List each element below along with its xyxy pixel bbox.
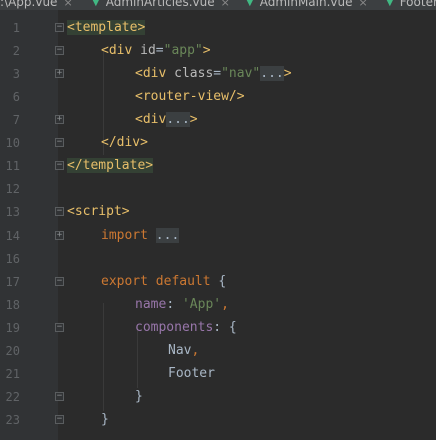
line-number: 13 — [5, 204, 20, 219]
collapsed-code-marker: ... — [166, 112, 190, 127]
code-line[interactable]: 16 — [0, 247, 436, 270]
code-line[interactable]: 7 + <div...> — [0, 108, 436, 131]
code-line[interactable]: 19 − components: { — [0, 316, 436, 339]
code-text: components: { — [135, 320, 237, 335]
line-number: 17 — [5, 274, 20, 289]
vue-file-icon: ▼ — [92, 0, 100, 8]
line-number: 7 — [12, 112, 20, 127]
code-text: <div class="nav"...> — [135, 66, 292, 81]
line-number: 14 — [5, 228, 20, 243]
code-text: </template> — [67, 158, 154, 173]
code-line[interactable]: 21 Footer — [0, 362, 436, 385]
line-number: 11 — [5, 158, 20, 173]
fold-toggle-icon[interactable]: − — [55, 207, 64, 216]
fold-toggle-icon[interactable]: − — [55, 161, 64, 170]
line-number: 20 — [5, 343, 20, 358]
fold-toggle-icon[interactable]: − — [55, 392, 64, 401]
vue-file-icon: ▼ — [246, 0, 254, 8]
code-line[interactable]: 14 + import ... — [0, 224, 436, 247]
code-line[interactable]: 20 Nav, — [0, 339, 436, 362]
close-icon[interactable]: × — [63, 0, 72, 9]
close-icon[interactable]: × — [221, 0, 230, 9]
code-text: export default { — [101, 274, 227, 289]
code-line[interactable]: 3 + <div class="nav"...> — [0, 62, 436, 85]
tab-label: :\App.vue — [0, 0, 58, 9]
line-number: 1 — [12, 20, 20, 35]
line-number: 6 — [12, 89, 20, 104]
fold-toggle-icon[interactable]: − — [55, 46, 64, 55]
code-line[interactable]: 11 − </template> — [0, 154, 436, 177]
code-text: name: 'App', — [135, 297, 229, 312]
code-line[interactable]: 17 − export default { — [0, 270, 436, 293]
code-text: <script> — [67, 204, 130, 219]
code-text: <template> — [67, 20, 146, 35]
code-text: <div id="app"> — [101, 43, 211, 58]
line-number: 18 — [5, 297, 20, 312]
collapsed-code-marker: ... — [155, 228, 180, 243]
line-number: 2 — [12, 43, 20, 58]
code-text: import ... — [101, 228, 180, 243]
close-icon[interactable]: × — [359, 0, 368, 9]
fold-toggle-icon[interactable]: − — [55, 138, 64, 147]
code-text: } — [135, 389, 143, 404]
tab-footer[interactable]: ▼ Footer — [386, 0, 436, 10]
tab-admin-main[interactable]: ▼ AdminMain.vue × — [246, 0, 368, 10]
fold-toggle-icon[interactable]: + — [55, 231, 64, 240]
line-number: 19 — [5, 320, 20, 335]
line-number: 21 — [5, 366, 20, 381]
line-number: 23 — [5, 412, 20, 427]
code-text: <router-view/> — [135, 89, 245, 104]
tab-app-vue[interactable]: :\App.vue × — [0, 0, 73, 10]
code-line[interactable]: 22 − } — [0, 385, 436, 408]
code-text: } — [101, 412, 109, 427]
code-text: Nav, — [168, 343, 200, 358]
tab-label: Footer — [399, 0, 436, 9]
code-line[interactable]: 10 − </div> — [0, 131, 436, 154]
collapsed-code-marker: ... — [260, 66, 284, 81]
fold-toggle-icon[interactable]: − — [55, 277, 64, 286]
code-text: <div...> — [135, 112, 198, 127]
code-line[interactable]: 1 − <template> — [0, 16, 436, 39]
line-number: 3 — [12, 66, 20, 81]
code-line[interactable]: 6 <router-view/> — [0, 85, 436, 108]
line-number: 22 — [5, 389, 20, 404]
fold-toggle-icon[interactable]: − — [55, 323, 64, 332]
tab-label: AdminArticles.vue — [105, 0, 215, 9]
fold-toggle-icon[interactable]: − — [55, 23, 64, 32]
code-line[interactable]: 2 − <div id="app"> — [0, 39, 436, 62]
code-text: </div> — [101, 135, 148, 150]
line-number: 12 — [5, 181, 20, 196]
code-line[interactable]: 12 — [0, 177, 436, 200]
line-number: 16 — [5, 251, 20, 266]
line-number: 10 — [5, 135, 20, 150]
code-line[interactable]: 18 name: 'App', — [0, 293, 436, 316]
fold-toggle-icon[interactable]: − — [55, 415, 64, 424]
tab-admin-articles[interactable]: ▼ AdminArticles.vue × — [92, 0, 230, 10]
tab-label: AdminMain.vue — [259, 0, 353, 9]
fold-toggle-icon[interactable]: + — [55, 115, 64, 124]
code-line[interactable]: 13 − <script> — [0, 200, 436, 223]
code-line[interactable]: 23 − } — [0, 408, 436, 431]
vue-file-icon: ▼ — [386, 0, 394, 8]
fold-toggle-icon[interactable]: + — [55, 69, 64, 78]
code-text: Footer — [168, 366, 215, 381]
